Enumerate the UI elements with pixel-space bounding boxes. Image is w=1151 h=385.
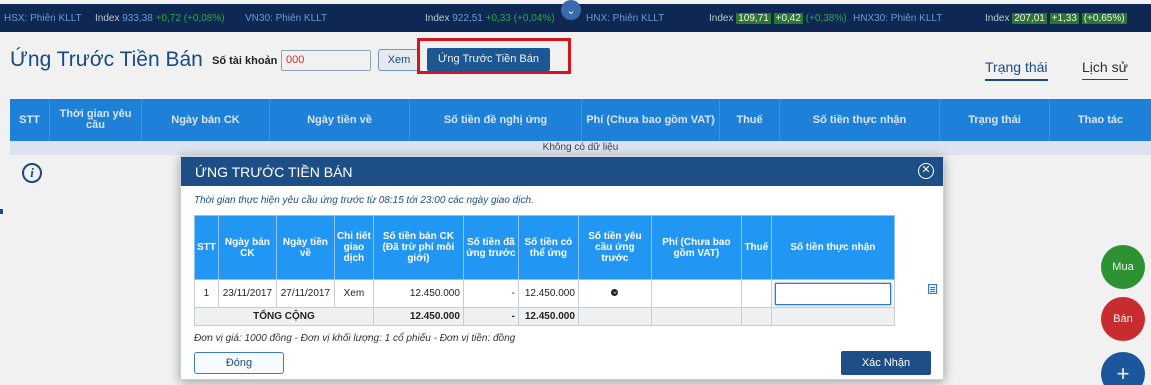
column-header: Ngày tiền về — [275, 215, 335, 280]
advance-table: STT Ngày bán CK Ngày tiền về Chi tiết gi… — [194, 215, 895, 326]
total-available: 12.450.000 — [517, 307, 579, 326]
cell-fee — [650, 279, 742, 308]
column-header: Số tiền yêu cầu ứng trước — [577, 215, 652, 280]
column-header: Thuế — [740, 215, 772, 280]
cell-pay-date: 27/11/2017 — [275, 279, 335, 308]
column-header: Số tiền bán CK (Đã trừ phí môi giới) — [372, 215, 464, 280]
column-header: STT — [194, 215, 219, 280]
total-label: TỔNG CỘNG — [194, 307, 374, 326]
cell-stt: 1 — [194, 279, 219, 308]
cell-request[interactable] — [577, 279, 652, 308]
close-button[interactable]: Đóng — [194, 352, 284, 374]
total-empty-cell — [577, 307, 652, 326]
dialog-note: Thời gian thực hiện yêu cầu ứng trước từ… — [194, 195, 534, 206]
advance-sale-dialog: ỨNG TRƯỚC TIỀN BÁN ✕ Thời gian thực hiện… — [180, 156, 944, 380]
received-amount-input[interactable] — [774, 282, 891, 305]
unit-note: Đơn vị giá: 1000 đồng - Đơn vị khối lượn… — [194, 333, 516, 344]
column-header: Số tiền đã ứng trước — [462, 215, 519, 280]
total-advanced: - — [462, 307, 519, 326]
calculator-icon[interactable] — [928, 284, 937, 294]
total-empty-cell — [740, 307, 772, 326]
column-header: Số tiền thực nhận — [770, 215, 895, 280]
column-header: Phí (Chưa bao gồm VAT) — [650, 215, 742, 280]
cell-received — [770, 279, 895, 308]
cell-tax — [740, 279, 772, 308]
cell-sell-amount: 12.450.000 — [372, 279, 464, 308]
dropdown-toggle-icon[interactable] — [611, 289, 619, 296]
total-empty-cell — [650, 307, 742, 326]
cell-advanced: - — [462, 279, 519, 308]
dialog-header: ỨNG TRƯỚC TIỀN BÁN ✕ — [181, 157, 943, 186]
cell-available: 12.450.000 — [517, 279, 579, 308]
total-row: TỔNG CỘNG 12.450.000 - 12.450.000 — [194, 307, 895, 326]
column-header: Số tiền có thể ứng — [517, 215, 579, 280]
dialog-title: ỨNG TRƯỚC TIỀN BÁN — [195, 164, 353, 180]
column-header: Chi tiết giao dịch — [333, 215, 374, 280]
cell-sell-date: 23/11/2017 — [217, 279, 277, 308]
table-row: 1 23/11/2017 27/11/2017 Xem 12.450.000 -… — [194, 279, 895, 308]
view-detail-link[interactable]: Xem — [333, 279, 374, 308]
total-empty-cell — [770, 307, 895, 326]
total-sell-amount: 12.450.000 — [372, 307, 464, 326]
confirm-button[interactable]: Xác Nhận — [841, 351, 931, 375]
close-icon[interactable]: ✕ — [918, 163, 934, 179]
column-header: Ngày bán CK — [217, 215, 277, 280]
